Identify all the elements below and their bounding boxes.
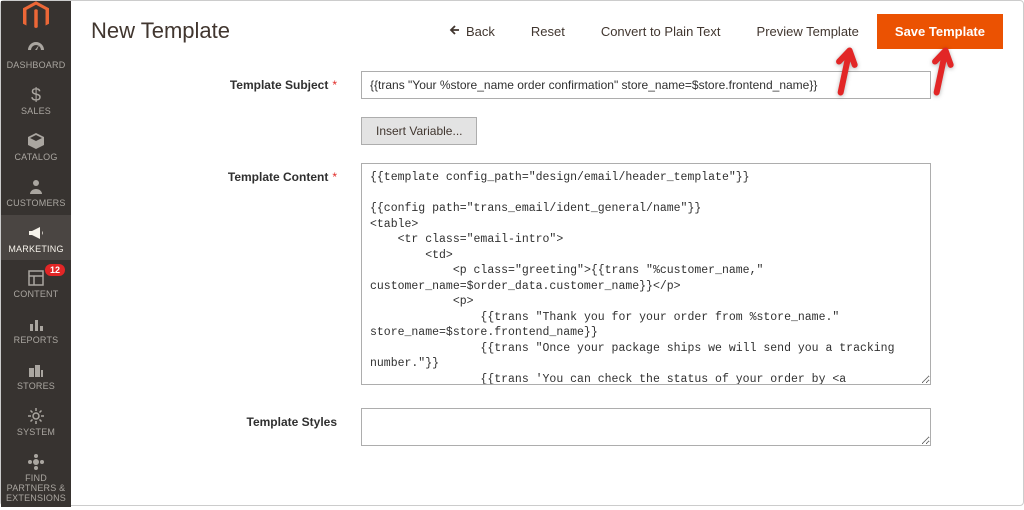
person-icon bbox=[3, 177, 69, 197]
partners-icon bbox=[3, 452, 69, 472]
box-icon bbox=[3, 131, 69, 151]
save-template-button[interactable]: Save Template bbox=[877, 14, 1003, 49]
page-header: New Template Back Reset Convert to Plain… bbox=[71, 1, 1023, 61]
insert-variable-button[interactable]: Insert Variable... bbox=[361, 117, 477, 145]
megaphone-icon bbox=[3, 223, 69, 243]
sidebar-label: REPORTS bbox=[3, 336, 69, 346]
template-subject-input[interactable] bbox=[361, 71, 931, 99]
sidebar-item-dashboard[interactable]: DASHBOARD bbox=[1, 31, 71, 77]
preview-template-button[interactable]: Preview Template bbox=[739, 14, 877, 49]
convert-plain-text-button[interactable]: Convert to Plain Text bbox=[583, 14, 739, 49]
dashboard-icon bbox=[3, 39, 69, 59]
sidebar-label: SYSTEM bbox=[3, 428, 69, 438]
sidebar-item-customers[interactable]: CUSTOMERS bbox=[1, 169, 71, 215]
sidebar-label: CUSTOMERS bbox=[3, 199, 69, 209]
sidebar-item-stores[interactable]: STORES bbox=[1, 352, 71, 398]
sidebar-label: MARKETING bbox=[3, 245, 69, 255]
svg-text:$: $ bbox=[31, 85, 41, 105]
sidebar-item-catalog[interactable]: CATALOG bbox=[1, 123, 71, 169]
sidebar-label: DASHBOARD bbox=[3, 61, 69, 71]
sidebar-label: FIND PARTNERS & EXTENSIONS bbox=[3, 474, 69, 504]
sidebar-item-partners[interactable]: FIND PARTNERS & EXTENSIONS bbox=[1, 444, 71, 510]
sidebar-item-system[interactable]: SYSTEM bbox=[1, 398, 71, 444]
template-form: Template Subject* Insert Variable... Tem… bbox=[71, 61, 1023, 489]
main-content: New Template Back Reset Convert to Plain… bbox=[71, 1, 1023, 507]
stores-icon bbox=[3, 360, 69, 380]
template-content-label: Template Content* bbox=[101, 163, 361, 390]
notification-badge: 12 bbox=[45, 264, 65, 276]
sidebar-item-reports[interactable]: REPORTS bbox=[1, 306, 71, 352]
template-styles-textarea[interactable] bbox=[361, 408, 931, 446]
admin-sidebar: DASHBOARD $ SALES CATALOG CUSTOMERS MARK… bbox=[1, 1, 71, 507]
page-title: New Template bbox=[91, 18, 230, 44]
arrow-left-icon bbox=[448, 24, 460, 39]
sidebar-label: SALES bbox=[3, 107, 69, 117]
sidebar-item-marketing[interactable]: MARKETING bbox=[1, 215, 71, 261]
reset-button[interactable]: Reset bbox=[513, 14, 583, 49]
template-content-textarea[interactable] bbox=[361, 163, 931, 385]
sidebar-item-content[interactable]: CONTENT 12 bbox=[1, 260, 71, 306]
magento-logo[interactable] bbox=[1, 1, 71, 31]
template-styles-label: Template Styles bbox=[101, 408, 361, 451]
dollar-icon: $ bbox=[3, 85, 69, 105]
sidebar-label: CONTENT bbox=[3, 290, 69, 300]
sidebar-label: CATALOG bbox=[3, 153, 69, 163]
template-subject-label: Template Subject* bbox=[101, 71, 361, 99]
back-button[interactable]: Back bbox=[430, 14, 513, 49]
bars-icon bbox=[3, 314, 69, 334]
sidebar-item-sales[interactable]: $ SALES bbox=[1, 77, 71, 123]
gear-icon bbox=[3, 406, 69, 426]
sidebar-label: STORES bbox=[3, 382, 69, 392]
